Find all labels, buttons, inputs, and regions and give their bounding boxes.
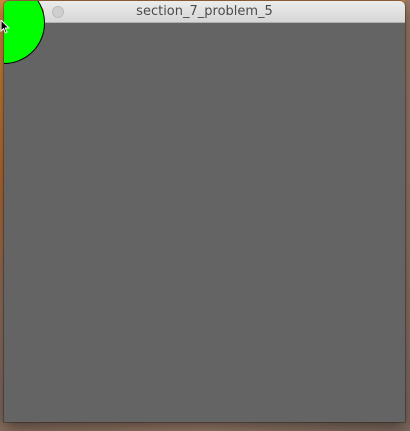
window-title: section_7_problem_5 (136, 4, 273, 19)
green-circle (4, 1, 45, 64)
desktop-background-right (405, 0, 410, 431)
title-bar[interactable]: section_7_problem_5 (4, 1, 405, 23)
desktop-background-bottom (0, 422, 410, 431)
sketch-canvas[interactable] (4, 1, 405, 422)
app-window: section_7_problem_5 (4, 1, 405, 422)
arrow-pointer-icon (0, 20, 10, 34)
